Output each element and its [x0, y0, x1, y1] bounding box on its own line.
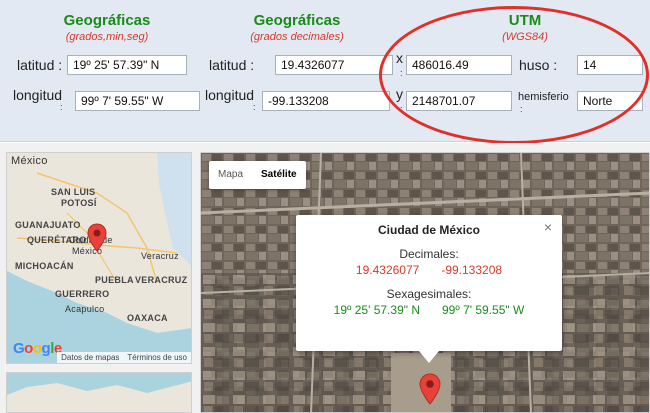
decimales-lon: -99.133208 — [441, 263, 503, 277]
map-label-guanajuato: GUANAJUATO — [15, 220, 81, 230]
sexagesimales-lat: 19º 25' 57.39" N — [333, 303, 420, 317]
converter-panel: Geográficas (grados,min,seg) Geográficas… — [0, 0, 650, 144]
tab-mapa[interactable]: Mapa — [209, 161, 252, 189]
longitud-dms-label: longitud — [13, 87, 63, 103]
hemisferio-select[interactable]: Norte — [577, 91, 643, 111]
decimales-values: 19.4326077 -99.133208 — [296, 263, 562, 277]
huso-field[interactable]: 14 — [577, 55, 643, 75]
secondary-map-land — [7, 373, 191, 412]
longitud-dec-colon: : — [253, 102, 256, 112]
map-label-mexico: México — [11, 155, 48, 167]
longitud-dms-field[interactable]: 99º 7' 59.55" W — [75, 91, 200, 111]
info-window-close-icon[interactable]: × — [544, 219, 552, 235]
map-data-link[interactable]: Datos de mapas — [61, 353, 119, 362]
page: Geográficas (grados,min,seg) Geográficas… — [0, 0, 650, 413]
sexagesimales-lon: 99º 7' 59.55" W — [442, 303, 525, 317]
map-label-oaxaca: OAXACA — [127, 313, 168, 323]
map-label-puebla: PUEBLA — [95, 275, 134, 285]
utm-subtitle: (WGS84) — [502, 31, 548, 43]
hemisferio-label: hemisferio — [518, 91, 569, 103]
utm-x-colon: : — [400, 68, 403, 78]
huso-label: huso : — [519, 57, 558, 73]
longitud-dec-field[interactable]: -99.133208 — [262, 91, 390, 111]
map-type-toggle: Mapa Satélite — [209, 161, 306, 189]
decimales-lat: 19.4326077 — [355, 263, 420, 277]
map-label-potosi: POTOSÍ — [61, 198, 97, 208]
latitud-dec-label: latitud : — [209, 57, 255, 73]
utm-y-field[interactable]: 2148701.07 — [406, 91, 512, 111]
info-window: × Ciudad de México Decimales: 19.4326077… — [296, 215, 562, 363]
map-label-michoacan: MICHOACÁN — [15, 261, 74, 271]
map-label-guerrero: GUERRERO — [55, 289, 110, 299]
longitud-dec-label: longitud — [205, 87, 255, 103]
decimales-heading: Decimales: — [399, 247, 459, 261]
geo-dms-title: Geográficas — [63, 12, 151, 29]
info-window-title: Ciudad de México — [377, 223, 481, 237]
hemisferio-colon: : — [520, 104, 523, 114]
longitud-dms-colon: : — [60, 102, 63, 112]
secondary-map[interactable] — [6, 372, 192, 413]
overview-map[interactable]: México SAN LUIS POTOSÍ GUANAJUATO QUERÉT… — [6, 152, 192, 364]
latitud-dms-label: latitud : — [17, 57, 63, 73]
latitud-dms-field[interactable]: 19º 25' 57.39" N — [67, 55, 187, 75]
map-label-san-luis: SAN LUIS — [51, 187, 96, 197]
utm-title: UTM — [508, 12, 542, 29]
latitud-dec-field[interactable]: 19.4326077 — [275, 55, 393, 75]
sexagesimales-values: 19º 25' 57.39" N 99º 7' 59.55" W — [296, 303, 562, 317]
map-terms-link[interactable]: Términos de uso — [127, 353, 187, 362]
satellite-map-pin-icon[interactable] — [419, 373, 441, 405]
map-label-veracruz-city: Veracruz — [141, 251, 179, 261]
tab-satelite[interactable]: Satélite — [252, 161, 306, 189]
google-logo: Google — [13, 340, 62, 357]
geo-dec-subtitle: (grados decimales) — [250, 31, 344, 43]
sexagesimales-heading: Sexagesimales: — [386, 287, 472, 301]
utm-x-field[interactable]: 486016.49 — [406, 55, 512, 75]
utm-x-label: x — [396, 50, 403, 66]
geo-dec-header: Geográficas (grados decimales) — [236, 12, 358, 43]
utm-header: UTM (WGS84) — [470, 12, 580, 43]
utm-y-label: y — [396, 86, 403, 102]
geo-dec-title: Geográficas — [253, 12, 341, 29]
map-attribution: Datos de mapas Términos de uso — [57, 352, 191, 363]
map-label-acapulco: Acapulco — [65, 304, 105, 314]
map-label-veracruz: VERACRUZ — [135, 275, 188, 285]
geo-dms-header: Geográficas (grados,min,seg) — [48, 12, 166, 43]
geo-dms-subtitle: (grados,min,seg) — [65, 31, 149, 43]
utm-y-colon: : — [400, 104, 403, 114]
overview-map-pin-icon[interactable] — [87, 223, 107, 253]
